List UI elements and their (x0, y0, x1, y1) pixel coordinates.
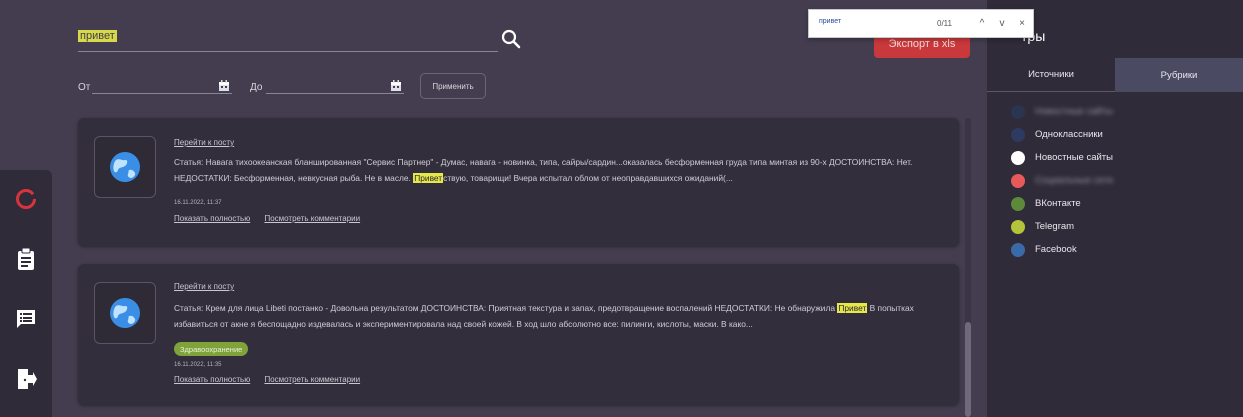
find-input[interactable]: привет (819, 18, 841, 25)
scrollbar-thumb[interactable] (965, 322, 971, 417)
search-value: привет (78, 30, 117, 42)
source-label: Одноклассники (1035, 129, 1103, 140)
rail-panel (0, 170, 52, 417)
app-root: привет Экспорт в xls От До Применить Пер… (0, 0, 1243, 417)
source-item[interactable]: Новостные сайты (1011, 100, 1113, 123)
rubric-tag[interactable]: Здравоохранение (174, 342, 249, 356)
globe-icon (94, 282, 156, 344)
source-dot (1011, 242, 1025, 257)
tab-rubrics[interactable]: Рубрики (1115, 58, 1243, 92)
show-full-link[interactable]: Показать полностью (174, 214, 250, 223)
chat-list-icon[interactable] (12, 305, 40, 333)
go-to-post-link[interactable]: Перейти к посту (174, 138, 234, 147)
source-list: Новостные сайты Одноклассники Новостные … (1011, 100, 1113, 261)
find-close-button[interactable]: × (1015, 16, 1029, 30)
source-item[interactable]: Telegram (1011, 215, 1113, 238)
go-to-post-link[interactable]: Перейти к посту (174, 282, 234, 291)
source-label: ВКонтакте (1035, 198, 1081, 209)
view-comments-link[interactable]: Посмотреть комментарии (264, 214, 360, 223)
tab-sources[interactable]: Источники (987, 58, 1115, 92)
left-rail (0, 0, 52, 417)
source-item[interactable]: Facebook (1011, 238, 1113, 261)
main-content: привет Экспорт в xls От До Применить Пер… (52, 0, 987, 417)
calendar-icon[interactable] (390, 79, 402, 91)
post-actions: Показать полностью Посмотреть комментари… (174, 375, 372, 384)
post-date: 16.11.2022, 11:37 (174, 200, 222, 206)
source-item[interactable]: Социальные сети (1011, 169, 1113, 192)
post-text: Статья: Крем для лица Libeti постанко - … (174, 300, 944, 332)
source-dot (1011, 219, 1025, 234)
date-to-label: До (250, 82, 263, 93)
logout-icon[interactable] (12, 365, 40, 393)
source-label: Новостные сайты (1035, 152, 1113, 163)
post-card: Перейти к посту Статья: Крем для лица Li… (78, 264, 959, 405)
globe-icon (94, 136, 156, 198)
source-dot (1011, 196, 1025, 211)
post-text-after: ствую, товарищи! Вчера испытал облом от … (443, 173, 733, 183)
find-next-button[interactable]: v (995, 16, 1009, 30)
source-dot (1011, 173, 1025, 188)
source-label: Telegram (1035, 221, 1075, 232)
find-count: 0/11 (937, 19, 952, 28)
apply-button[interactable]: Применить (420, 73, 486, 99)
source-item[interactable]: Новостные сайты (1011, 146, 1113, 169)
source-item[interactable]: Одноклассники (1011, 123, 1113, 146)
source-dot (1011, 104, 1025, 119)
search-input[interactable]: привет (78, 26, 498, 52)
filters-panel: тры Источники Рубрики Новостные сайты Од… (987, 0, 1243, 417)
source-dot (1011, 150, 1025, 165)
source-label: Facebook (1035, 244, 1077, 255)
post-date: 16.11.2022, 11:35 (174, 362, 222, 368)
source-label: Социальные сети (1035, 175, 1114, 186)
source-dot (1011, 127, 1025, 142)
date-from-label: От (78, 82, 91, 93)
post-card: Перейти к посту Статья: Навага тихоокеан… (78, 118, 959, 246)
find-prev-button[interactable]: ^ (975, 16, 989, 30)
search-highlight: Привет (837, 303, 868, 313)
source-label: Новостные сайты (1035, 106, 1113, 117)
post-text: Статья: Навага тихоокеанская бланширован… (174, 154, 944, 186)
date-to-input[interactable] (266, 93, 404, 94)
search-icon[interactable] (500, 28, 522, 50)
show-full-link[interactable]: Показать полностью (174, 375, 250, 384)
date-from-input[interactable] (92, 93, 232, 94)
clipboard-icon[interactable] (12, 245, 40, 273)
post-text-before: Статья: Крем для лица Libeti постанко - … (174, 303, 836, 313)
panel-tabs: Источники Рубрики (987, 58, 1243, 92)
logo-ring-icon[interactable] (12, 185, 40, 213)
calendar-icon[interactable] (218, 79, 230, 91)
view-comments-link[interactable]: Посмотреть комментарии (264, 375, 360, 384)
search-highlight: Привет (413, 173, 444, 183)
find-bar: привет 0/11 ^ v × (808, 9, 1034, 38)
post-actions: Показать полностью Посмотреть комментари… (174, 214, 372, 223)
source-item[interactable]: ВКонтакте (1011, 192, 1113, 215)
